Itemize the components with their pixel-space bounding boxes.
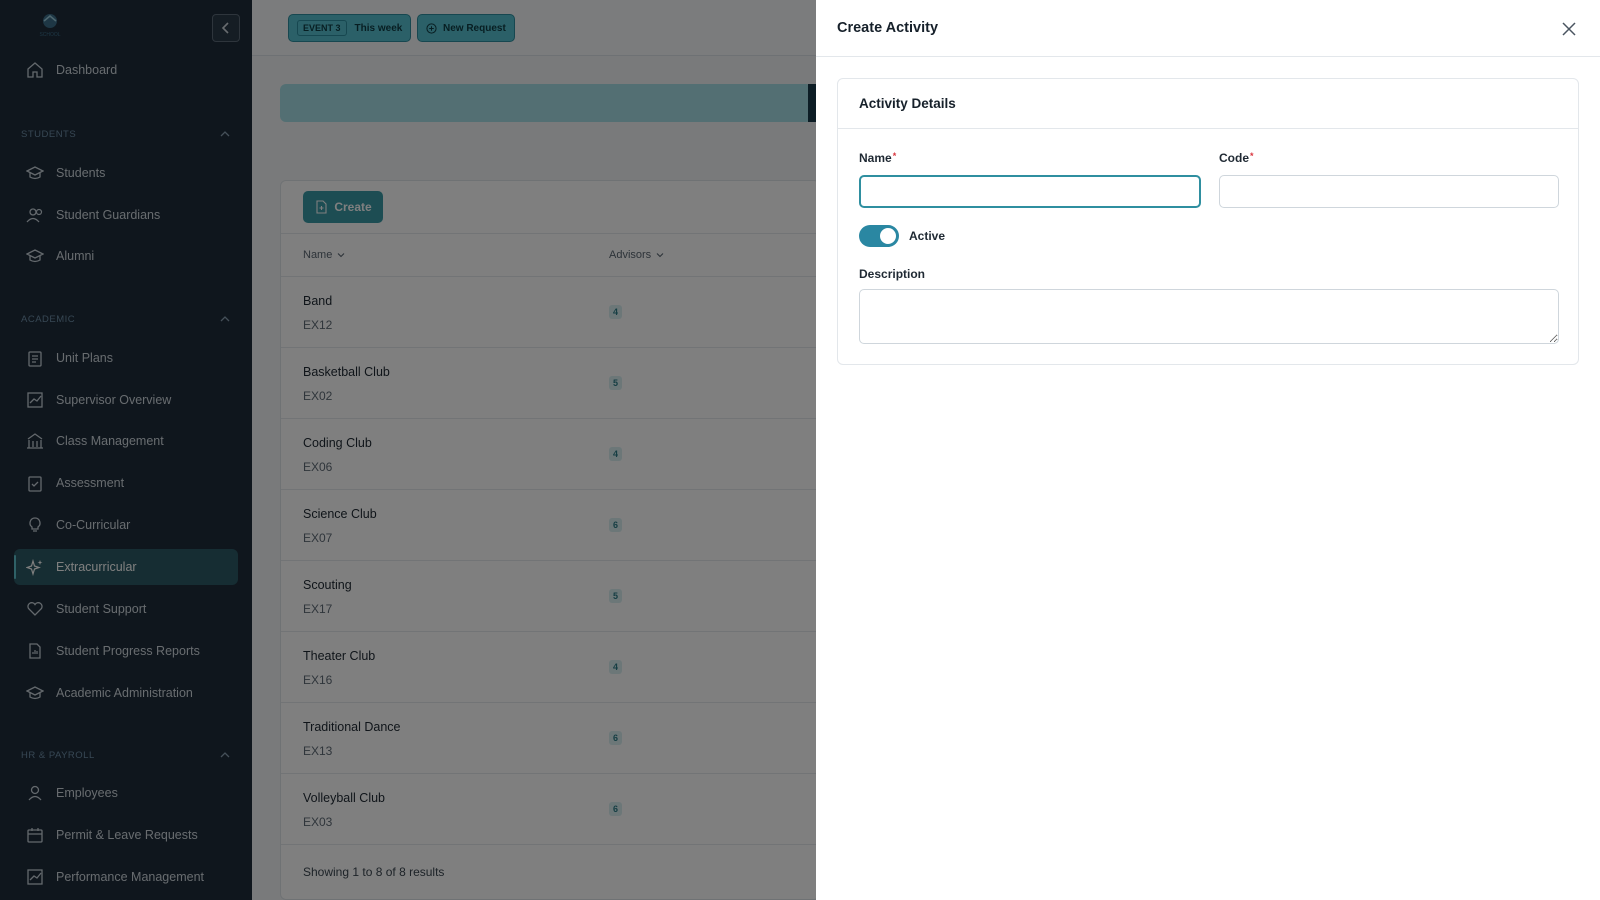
- code-label: Code*: [1219, 151, 1254, 165]
- code-input[interactable]: [1219, 175, 1559, 208]
- required-mark: *: [1250, 151, 1254, 161]
- toggle-knob: [880, 228, 896, 244]
- name-input[interactable]: [859, 175, 1201, 208]
- active-toggle[interactable]: [859, 225, 899, 247]
- name-label: Name*: [859, 151, 897, 165]
- required-mark: *: [892, 151, 897, 161]
- description-textarea[interactable]: [859, 289, 1559, 344]
- section-title: Activity Details: [859, 96, 956, 111]
- modal-backdrop[interactable]: [0, 0, 816, 900]
- close-button[interactable]: [1558, 18, 1580, 40]
- description-label: Description: [859, 267, 926, 281]
- drawer-title: Create Activity: [837, 20, 939, 36]
- activity-details-section: Activity Details Name* Code* Active Desc…: [837, 78, 1579, 365]
- active-label: Active: [909, 229, 946, 243]
- drawer-header: Create Activity: [816, 0, 1600, 57]
- close-icon: [1562, 22, 1576, 36]
- section-header: Activity Details: [838, 79, 1578, 129]
- create-activity-drawer: Create Activity Activity Details Name* C…: [816, 0, 1600, 900]
